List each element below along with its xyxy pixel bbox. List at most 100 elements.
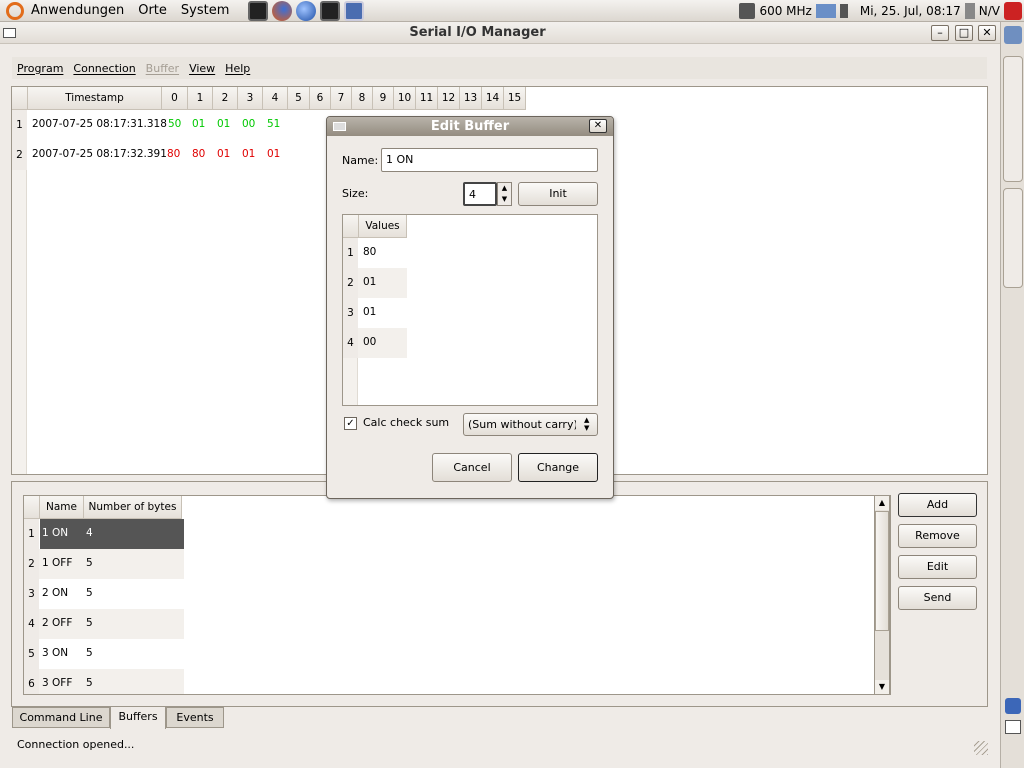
volume-icon[interactable] (839, 4, 856, 18)
value-cell[interactable]: 80 (363, 246, 376, 258)
menu-system[interactable]: System (174, 0, 236, 22)
checksum-checkbox[interactable]: ✓ (344, 417, 357, 430)
log-header-byte[interactable]: 2 (213, 87, 238, 110)
change-button[interactable]: Change (518, 453, 598, 482)
log-header-byte[interactable]: 12 (438, 87, 460, 110)
log-byte: 51 (267, 118, 281, 130)
datetime[interactable]: Mi, 25. Jul, 08:17 (860, 4, 961, 18)
dock-app-icon[interactable] (1004, 26, 1022, 44)
dock-panel-handle[interactable] (1003, 188, 1023, 288)
dock-panel-handle[interactable] (1003, 56, 1023, 182)
minimize-button[interactable]: – (931, 25, 949, 41)
table-row[interactable]: 6 3 OFF 5 (24, 669, 184, 694)
send-button[interactable]: Send (898, 586, 977, 610)
checksum-label[interactable]: Calc check sum (363, 416, 449, 429)
buffers-scrollbar[interactable]: ▲ ▼ (874, 495, 890, 695)
tab-command-line[interactable]: Command Line (12, 707, 110, 728)
log-header-byte[interactable]: 7 (331, 87, 352, 110)
menu-connection[interactable]: Connection (68, 62, 140, 75)
log-header-byte[interactable]: 0 (162, 87, 188, 110)
network-icon[interactable] (815, 4, 836, 18)
log-header-byte[interactable]: 15 (504, 87, 526, 110)
edit-button[interactable]: Edit (898, 555, 977, 579)
value-cell[interactable]: 01 (363, 276, 376, 288)
log-header-byte[interactable]: 9 (373, 87, 394, 110)
values-table[interactable]: Values 1 80 2 01 3 01 4 00 (342, 214, 598, 406)
log-header-byte[interactable]: 5 (288, 87, 310, 110)
menu-places[interactable]: Orte (131, 0, 174, 22)
terminal-launcher-icon[interactable] (248, 0, 269, 21)
scroll-up-arrow-icon[interactable]: ▲ (875, 496, 889, 510)
size-spin-buttons[interactable]: ▲ ▼ (497, 182, 512, 206)
select-arrows-icon: ▲ ▼ (584, 416, 590, 432)
close-button[interactable]: ✕ (978, 25, 996, 41)
dialog-title[interactable]: Edit Buffer (327, 117, 613, 136)
log-header-byte[interactable]: 11 (416, 87, 438, 110)
buffers-header-bytes[interactable]: Number of bytes (84, 496, 182, 519)
power-icon[interactable] (964, 3, 975, 19)
app-launcher-icon[interactable] (344, 0, 365, 21)
table-row[interactable]: 1 80 (343, 238, 407, 268)
tab-buffers[interactable]: Buffers (110, 706, 166, 729)
size-spinbox[interactable]: 4 (463, 182, 497, 206)
buffers-header-name[interactable]: Name (40, 496, 84, 519)
dock-workspace-icon[interactable] (1005, 720, 1021, 734)
value-cell[interactable]: 00 (363, 336, 376, 348)
menu-applications[interactable]: Anwendungen (24, 0, 131, 22)
window-title: Serial I/O Manager (409, 25, 546, 40)
log-header-byte[interactable]: 3 (238, 87, 263, 110)
dock-trash-icon[interactable] (1005, 698, 1021, 714)
values-header[interactable]: Values (359, 215, 407, 238)
tab-events[interactable]: Events (166, 707, 224, 728)
cancel-button[interactable]: Cancel (432, 453, 512, 482)
table-row[interactable]: 5 3 ON 5 (24, 639, 184, 669)
table-row[interactable]: 2 01 (343, 268, 407, 298)
log-header-timestamp[interactable]: Timestamp (28, 87, 162, 110)
log-header-byte[interactable]: 13 (460, 87, 482, 110)
terminal-launcher-2-icon[interactable] (320, 0, 341, 21)
spin-down-arrow-icon[interactable]: ▼ (498, 194, 511, 205)
table-row[interactable]: 3 2 ON 5 (24, 579, 184, 609)
log-header-byte[interactable]: 14 (482, 87, 504, 110)
top-panel: Anwendungen Orte System 600 MHz Mi, 25. … (0, 0, 1024, 22)
maximize-button[interactable]: □ (955, 25, 973, 41)
dialog-close-button[interactable]: ✕ (589, 119, 607, 133)
table-row[interactable]: 1 1 ON 4 (24, 519, 184, 549)
buffers-table[interactable]: Name Number of bytes 1 1 ON 4 2 1 OFF 5 … (23, 495, 891, 695)
table-row[interactable]: 2 1 OFF 5 (24, 549, 184, 579)
table-row[interactable]: 4 00 (343, 328, 407, 358)
menu-help[interactable]: Help (220, 62, 255, 75)
value-cell[interactable]: 01 (363, 306, 376, 318)
log-header-byte[interactable]: 10 (394, 87, 416, 110)
checksum-mode-select[interactable]: (Sum without carry)-1 ▲▼ (463, 413, 598, 436)
log-byte: 50 (168, 118, 182, 130)
init-button[interactable]: Init (518, 182, 598, 206)
log-header-byte[interactable]: 8 (352, 87, 373, 110)
logout-icon[interactable] (1004, 2, 1022, 20)
name-field[interactable]: 1 ON (381, 148, 598, 172)
thunderbird-icon[interactable] (296, 0, 317, 21)
remove-button[interactable]: Remove (898, 524, 977, 548)
scroll-down-arrow-icon[interactable]: ▼ (875, 680, 889, 694)
firefox-icon[interactable] (272, 0, 293, 21)
spin-up-arrow-icon[interactable]: ▲ (498, 183, 511, 194)
buffer-name: 3 OFF (42, 677, 73, 689)
edit-buffer-dialog: Edit Buffer ✕ Name: 1 ON Size: 4 ▲ ▼ Ini… (326, 116, 614, 499)
window-titlebar[interactable]: Serial I/O Manager – □ ✕ (0, 22, 1000, 44)
scrollbar-thumb[interactable] (875, 511, 889, 631)
menu-program[interactable]: Program (12, 62, 68, 75)
resize-grip-icon[interactable] (974, 741, 988, 755)
menu-view[interactable]: View (184, 62, 220, 75)
ubuntu-logo-icon[interactable] (6, 1, 24, 20)
menu-buffer[interactable]: Buffer (141, 62, 184, 75)
dialog-menu-icon[interactable] (333, 122, 346, 131)
log-header-byte[interactable]: 6 (310, 87, 331, 110)
add-button[interactable]: Add (898, 493, 977, 517)
table-row[interactable]: 3 01 (343, 298, 407, 328)
table-row[interactable]: 4 2 OFF 5 (24, 609, 184, 639)
log-header-byte[interactable]: 1 (188, 87, 213, 110)
log-byte: 00 (242, 118, 256, 130)
log-header-byte[interactable]: 4 (263, 87, 288, 110)
size-label: Size: (342, 187, 369, 200)
log-corner-header (12, 87, 28, 110)
